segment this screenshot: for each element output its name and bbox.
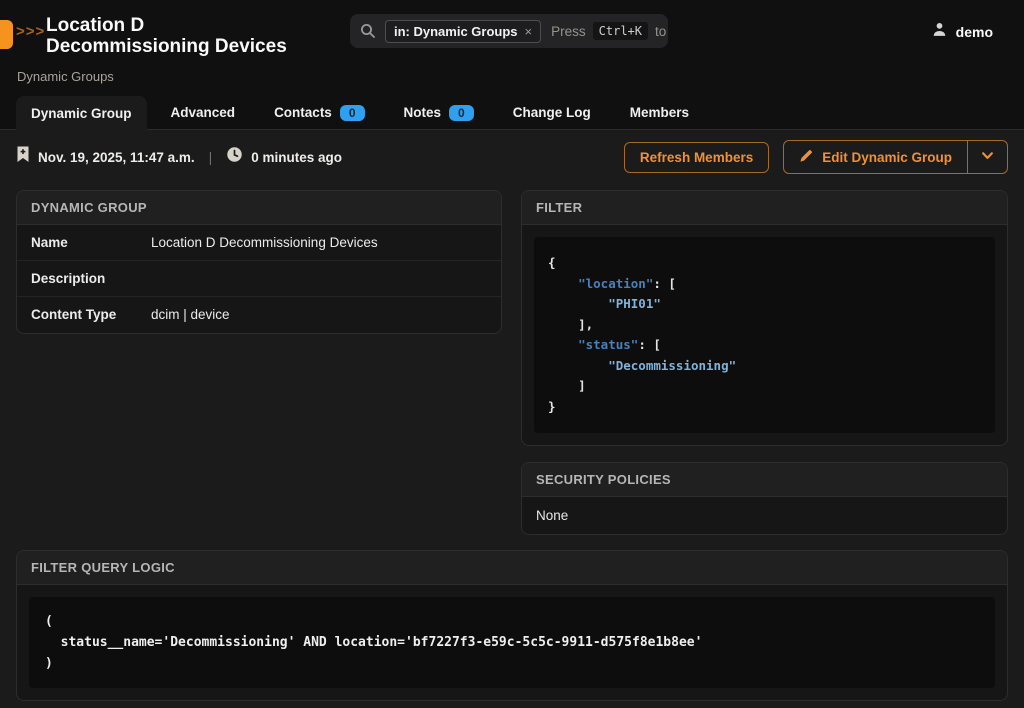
json-key-status: "status" [578,337,638,352]
dynamic-group-panel-title: DYNAMIC GROUP [17,191,501,225]
filter-query-logic-title: FILTER QUERY LOGIC [17,551,1007,585]
filter-json-code: { "location": [ "PHI01" ], "status": [ "… [534,237,995,433]
tab-dynamic-group[interactable]: Dynamic Group [16,96,147,131]
right-column: FILTER { "location": [ "PHI01" ], "statu… [521,190,1008,535]
chevrons-icon: >>> [16,23,45,40]
json-value-phi01: "PHI01" [608,296,661,311]
page-title-line1: Location D [46,15,336,36]
tab-change-log[interactable]: Change Log [498,96,606,129]
breadcrumb[interactable]: Dynamic Groups [17,69,114,84]
attr-label-name: Name [31,235,151,250]
security-policies-value: None [522,497,1007,534]
sidebar-edge-tab[interactable] [0,20,13,49]
edit-button-group: Edit Dynamic Group [783,140,1008,174]
filter-panel-body: { "location": [ "PHI01" ], "status": [ "… [522,225,1007,445]
filter-query-logic-panel: FILTER QUERY LOGIC ( status__name='Decom… [16,550,1008,701]
search-hint-prefix: Press [551,24,586,39]
query-expression: status__name='Decommissioning' AND locat… [45,632,979,653]
notes-count-badge: 0 [449,105,474,121]
table-row: Name Location D Decommissioning Devices [17,225,501,261]
clock-icon [226,146,243,168]
created-timestamp: Nov. 19, 2025, 11:47 a.m. [38,150,195,165]
meta-row: Nov. 19, 2025, 11:47 a.m. | 0 minutes ag… [16,140,1008,174]
filter-panel-title: FILTER [522,191,1007,225]
security-policies-panel: SECURITY POLICIES None [521,462,1008,535]
filter-panel: FILTER { "location": [ "PHI01" ], "statu… [521,190,1008,446]
edit-dynamic-group-button[interactable]: Edit Dynamic Group [784,141,967,173]
panels-row: DYNAMIC GROUP Name Location D Decommissi… [16,190,1008,535]
attr-label-description: Description [31,271,151,286]
security-policies-title: SECURITY POLICIES [522,463,1007,497]
bookmark-plus-icon [16,146,30,168]
tab-bar: Dynamic Group Advanced Contacts 0 Notes … [0,96,1024,130]
search-filter-chip-label: in: Dynamic Groups [394,24,518,39]
tab-advanced[interactable]: Advanced [156,96,251,129]
meta-separator: | [209,149,213,165]
json-value-decommissioning: "Decommissioning" [608,358,736,373]
table-row: Content Type dcim | device [17,297,501,333]
search-icon [360,23,376,39]
filter-query-logic-body: ( status__name='Decommissioning' AND loc… [17,585,1007,700]
page-title-line2: Decommissioning Devices [46,36,336,57]
action-buttons: Refresh Members Edit Dynamic Group [624,140,1008,174]
refresh-members-button[interactable]: Refresh Members [624,142,769,173]
user-icon [931,21,948,43]
dynamic-group-panel: DYNAMIC GROUP Name Location D Decommissi… [16,190,502,334]
updated-timestamp: 0 minutes ago [251,150,342,165]
attr-label-content-type: Content Type [31,307,151,323]
edit-dropdown-button[interactable] [967,141,1007,173]
attr-value-name: Location D Decommissioning Devices [151,235,378,250]
page-header: >>> Location D Decommissioning Devices D… [0,0,1024,130]
table-row: Description [17,261,501,297]
timestamps: Nov. 19, 2025, 11:47 a.m. | 0 minutes ag… [16,146,342,168]
json-key-location: "location" [578,276,653,291]
chevron-down-icon [981,149,994,165]
keyboard-shortcut-badge: Ctrl+K [593,22,648,40]
username-label: demo [956,24,993,40]
contacts-count-badge: 0 [340,105,365,121]
search-filter-chip[interactable]: in: Dynamic Groups × [385,20,541,43]
tab-contacts[interactable]: Contacts 0 [259,96,379,129]
filter-query-code: ( status__name='Decommissioning' AND loc… [29,597,995,688]
attr-value-content-type: dcim | device [151,307,230,323]
left-column: DYNAMIC GROUP Name Location D Decommissi… [16,190,502,334]
page-title: Location D Decommissioning Devices [46,15,336,57]
pencil-icon [799,148,814,166]
chip-close-icon[interactable]: × [525,24,533,39]
search-input[interactable]: in: Dynamic Groups × Press Ctrl+K to se [350,14,668,48]
main-content: Nov. 19, 2025, 11:47 a.m. | 0 minutes ag… [0,130,1024,708]
tab-members[interactable]: Members [615,96,704,129]
user-menu[interactable]: demo [931,21,993,43]
tab-notes[interactable]: Notes 0 [389,96,489,129]
search-hint-suffix: to se [655,24,668,39]
